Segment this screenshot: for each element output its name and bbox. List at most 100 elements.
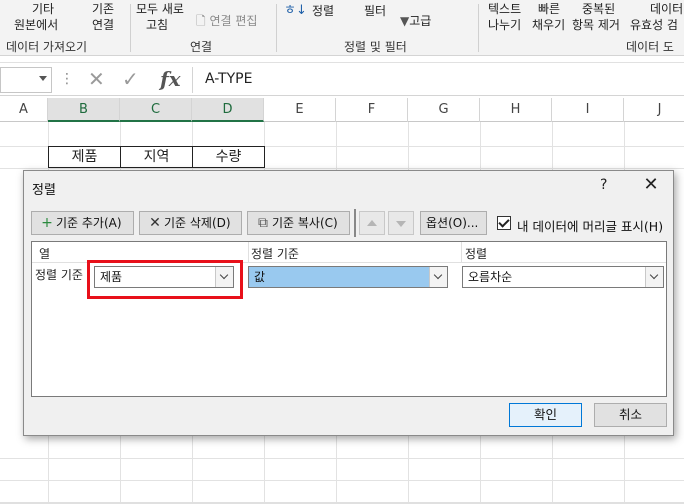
- delete-level-button[interactable]: ✕ 기준 삭제(D): [139, 211, 242, 235]
- ribbon-text-to-columns-button[interactable]: 텍스트: [488, 2, 521, 16]
- column-header-j[interactable]: J: [624, 98, 684, 122]
- cancel-icon[interactable]: ✕: [88, 67, 105, 91]
- ribbon-label: 기타: [32, 2, 55, 16]
- ribbon-label: 나누기: [488, 18, 522, 32]
- ribbon-label: 데이터: [650, 2, 684, 16]
- link-icon: 🗋: [196, 14, 210, 28]
- arrow-down-icon: [396, 221, 406, 227]
- name-box[interactable]: [0, 67, 52, 93]
- ribbon-label: 필터: [364, 4, 387, 18]
- ribbon-data-validation-button-line2[interactable]: 유효성 검: [630, 18, 678, 32]
- copy-level-label: 기준 복사(C): [272, 216, 338, 230]
- dialog-title: 정렬: [32, 183, 56, 198]
- grid-line: [0, 168, 684, 169]
- ribbon-filter-button[interactable]: 필터: [364, 4, 386, 18]
- ribbon-label: 모두 새로: [136, 2, 184, 16]
- column-header-f[interactable]: F: [336, 98, 408, 122]
- chevron-down-icon[interactable]: [39, 76, 47, 81]
- delete-icon: ✕: [149, 215, 161, 231]
- toolbar-separator: [354, 209, 356, 237]
- ribbon-remove-duplicates-button-line2[interactable]: 항목 제거: [572, 18, 620, 32]
- ribbon-label: 채우기: [532, 18, 566, 32]
- ribbon-flash-fill-button-line2[interactable]: 채우기: [532, 18, 565, 32]
- copy-icon: ⧉: [258, 215, 268, 231]
- formula-bar-grip: ⋮: [60, 71, 74, 87]
- has-headers-label[interactable]: 내 데이터에 머리글 표시(H): [517, 216, 663, 235]
- ribbon-refresh-all-button-line2[interactable]: 고침: [146, 18, 168, 32]
- cancel-button[interactable]: 취소: [594, 403, 667, 427]
- sort-order-value: 오름차순: [468, 270, 513, 284]
- move-up-button[interactable]: [359, 211, 385, 235]
- header-divider: [248, 242, 249, 263]
- sort-by-label: 정렬 기준: [35, 268, 83, 282]
- order-heading: 정렬: [465, 247, 488, 261]
- column-header-c[interactable]: C: [120, 98, 192, 122]
- sort-on-heading: 정렬 기준: [251, 247, 299, 261]
- ribbon-group-connections: 연결: [190, 40, 213, 54]
- options-button[interactable]: 옵션(O)...: [420, 211, 487, 235]
- ribbon-label: 빠른: [538, 2, 561, 16]
- ribbon-existing-connections-button-line2[interactable]: 연결: [92, 18, 114, 32]
- ribbon-separator: [130, 4, 131, 52]
- copy-level-button[interactable]: ⧉ 기준 복사(C): [247, 211, 350, 235]
- ribbon-advanced-button[interactable]: ▼고급: [400, 14, 431, 28]
- ribbon-label: 중복된: [582, 2, 616, 16]
- ribbon-group-data-tools: 데이터 도: [626, 40, 674, 54]
- grid-line: [0, 480, 684, 481]
- chevron-down-icon[interactable]: [429, 267, 447, 287]
- ribbon-existing-connections-button[interactable]: 기존: [92, 2, 114, 16]
- has-headers-checkbox[interactable]: [497, 216, 511, 230]
- header-divider: [461, 242, 462, 263]
- sort-az-icon[interactable]: ㅎ↓: [284, 4, 307, 18]
- ribbon: 기타 원본에서 기존 연결 모두 새로 고침 🗋 연결 편집 ㅎ↓ 정렬 필터 …: [0, 0, 684, 56]
- ribbon-remove-duplicates-button[interactable]: 중복된: [582, 2, 615, 16]
- cell-c-header[interactable]: 지역: [120, 146, 193, 168]
- chevron-down-icon[interactable]: [645, 267, 663, 287]
- ribbon-label: 텍스트: [488, 2, 522, 16]
- formula-input[interactable]: A-TYPE: [192, 67, 682, 93]
- help-icon[interactable]: ?: [600, 177, 607, 193]
- ribbon-label: 고급: [409, 14, 432, 28]
- sort-on-value: 값: [254, 270, 266, 284]
- ok-button[interactable]: 확인: [509, 403, 582, 427]
- ribbon-text-to-columns-button-line2[interactable]: 나누기: [488, 18, 521, 32]
- move-down-button[interactable]: [388, 211, 414, 235]
- ribbon-other-sources-button[interactable]: 기타: [32, 2, 54, 16]
- enter-icon[interactable]: ✓: [122, 67, 139, 91]
- ribbon-edit-links-button[interactable]: 🗋 연결 편집: [196, 14, 257, 28]
- column-header-i[interactable]: I: [552, 98, 624, 122]
- ribbon-other-sources-button-line2[interactable]: 원본에서: [14, 18, 58, 32]
- column-header-e[interactable]: E: [264, 98, 336, 122]
- ribbon-label: 유효성 검: [630, 18, 678, 32]
- close-icon[interactable]: ✕: [640, 174, 662, 196]
- column-header-g[interactable]: G: [408, 98, 480, 122]
- ribbon-flash-fill-button[interactable]: 빠른: [538, 2, 560, 16]
- ribbon-label: 원본에서: [14, 18, 59, 32]
- insert-function-icon[interactable]: fx: [160, 67, 181, 91]
- column-header-b[interactable]: B: [48, 98, 120, 122]
- ribbon-separator: [478, 4, 479, 52]
- ribbon-label: 정렬: [312, 4, 335, 18]
- column-header-d[interactable]: D: [192, 98, 264, 122]
- column-header-h[interactable]: H: [480, 98, 552, 122]
- ribbon-data-validation-button[interactable]: 데이터: [650, 2, 683, 16]
- arrow-up-icon: [367, 220, 377, 226]
- grid-line: [0, 458, 684, 459]
- add-level-button[interactable]: + 기준 추가(A): [31, 211, 134, 235]
- sort-dialog: 정렬 ? ✕ + 기준 추가(A) ✕ 기준 삭제(D) ⧉ 기준 복사(C) 옵션(…: [23, 170, 674, 436]
- formula-bar: ⋮ ✕ ✓ fx A-TYPE: [0, 62, 684, 96]
- highlight-annotation: [87, 260, 243, 299]
- ribbon-refresh-all-button[interactable]: 모두 새로: [136, 2, 184, 16]
- sort-order-select[interactable]: 오름차순: [462, 266, 664, 288]
- ribbon-group-sort-filter: 정렬 및 필터: [344, 40, 407, 54]
- ribbon-label: 기존: [92, 2, 115, 16]
- cell-d-header[interactable]: 수량: [192, 146, 265, 168]
- ribbon-label: 연결: [92, 18, 115, 32]
- cell-b-header[interactable]: 제품: [48, 146, 121, 168]
- column-header-a[interactable]: A: [0, 98, 48, 122]
- ribbon-sort-button[interactable]: 정렬: [312, 4, 334, 18]
- ribbon-label: 연결 편집: [209, 14, 258, 28]
- add-level-label: 기준 추가(A): [56, 216, 122, 230]
- sort-on-select[interactable]: 값: [248, 266, 448, 288]
- ribbon-label: 항목 제거: [572, 18, 620, 32]
